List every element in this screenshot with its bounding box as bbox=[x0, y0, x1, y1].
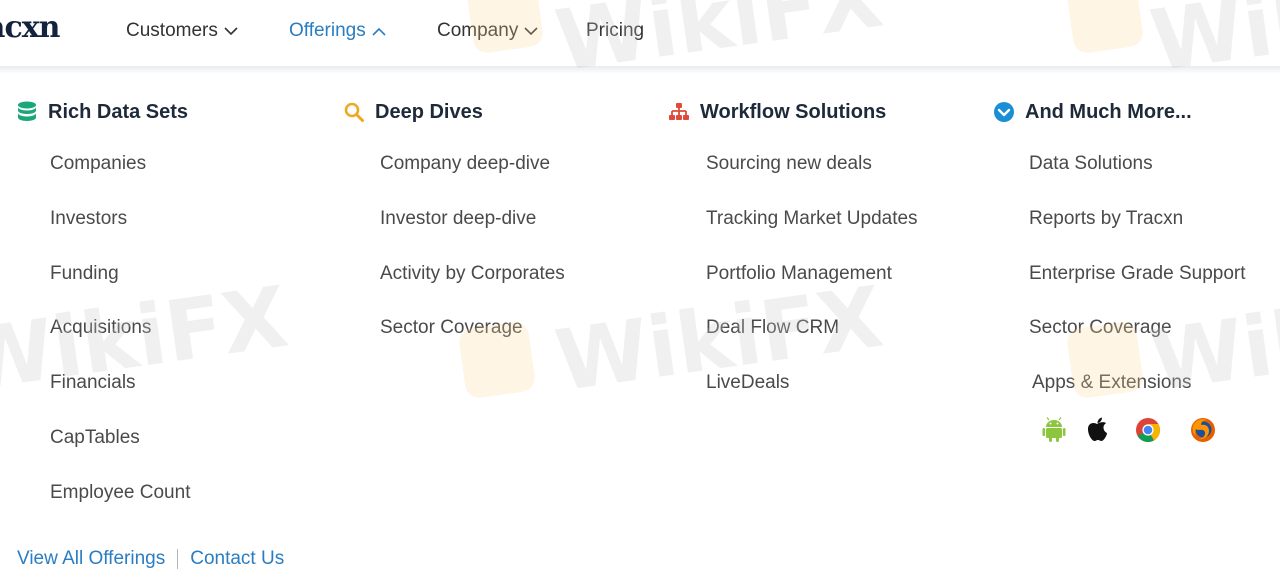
menu-link-captables[interactable]: CapTables bbox=[50, 427, 140, 449]
nav-company[interactable]: Company bbox=[437, 20, 538, 42]
menu-column-workflow-solutions: Workflow Solutions Sourcing new deals Tr… bbox=[668, 98, 918, 393]
menu-link-sector-coverage[interactable]: Sector Coverage bbox=[1029, 317, 1172, 339]
nav-shadow bbox=[0, 66, 1280, 74]
nav-offerings-label: Offerings bbox=[289, 20, 366, 41]
menu-link-companies[interactable]: Companies bbox=[50, 153, 146, 175]
check-circle-icon bbox=[993, 101, 1015, 123]
menu-column-deep-dives: Deep Dives Company deep-dive Investor de… bbox=[343, 98, 565, 338]
menu-column-and-much-more: And Much More... Data Solutions Reports … bbox=[993, 98, 1246, 393]
nav-company-label: Company bbox=[437, 20, 519, 41]
column-title: And Much More... bbox=[1025, 100, 1192, 123]
column-heading: Workflow Solutions bbox=[668, 98, 886, 126]
chevron-up-icon bbox=[372, 27, 386, 36]
chevron-down-icon bbox=[524, 26, 538, 35]
sitemap-icon bbox=[668, 101, 690, 123]
menu-link-funding[interactable]: Funding bbox=[50, 263, 119, 285]
column-title: Rich Data Sets bbox=[48, 100, 189, 123]
nav-offerings[interactable]: Offerings bbox=[289, 20, 386, 42]
contact-us-link[interactable]: Contact Us bbox=[190, 548, 284, 570]
menu-link-livedeals[interactable]: LiveDeals bbox=[706, 372, 789, 394]
database-icon bbox=[16, 101, 38, 123]
menu-link-acquisitions[interactable]: Acquisitions bbox=[50, 317, 151, 339]
menu-link-financials[interactable]: Financials bbox=[50, 372, 136, 394]
menu-link-data-solutions[interactable]: Data Solutions bbox=[1029, 153, 1153, 175]
menu-link-sector-coverage[interactable]: Sector Coverage bbox=[380, 317, 523, 339]
column-heading: And Much More... bbox=[993, 98, 1192, 126]
column-heading: Deep Dives bbox=[343, 98, 483, 126]
column-title: Deep Dives bbox=[375, 100, 483, 123]
divider bbox=[177, 549, 179, 569]
firefox-icon[interactable] bbox=[1189, 416, 1217, 444]
chrome-icon[interactable] bbox=[1134, 416, 1162, 444]
menu-link-enterprise-grade-support[interactable]: Enterprise Grade Support bbox=[1029, 263, 1246, 285]
tracxn-logo[interactable]: acxn bbox=[0, 10, 60, 45]
menu-link-deal-flow-crm[interactable]: Deal Flow CRM bbox=[706, 317, 839, 339]
nav-customers[interactable]: Customers bbox=[126, 20, 238, 42]
menu-link-apps-extensions[interactable]: Apps & Extensions bbox=[1032, 372, 1191, 394]
nav-pricing[interactable]: Pricing bbox=[586, 20, 644, 42]
search-icon bbox=[343, 101, 365, 123]
watermark-text: WikiFX bbox=[0, 267, 294, 411]
column-title: Workflow Solutions bbox=[700, 100, 887, 123]
menu-link-reports-by-tracxn[interactable]: Reports by Tracxn bbox=[1029, 208, 1183, 230]
chevron-down-icon bbox=[224, 26, 238, 35]
view-all-offerings-link[interactable]: View All Offerings bbox=[17, 548, 165, 570]
column-heading: Rich Data Sets bbox=[16, 98, 188, 126]
menu-column-rich-data-sets: Rich Data Sets Companies Investors Fundi… bbox=[16, 98, 190, 503]
nav-customers-label: Customers bbox=[126, 20, 218, 41]
menu-link-employee-count[interactable]: Employee Count bbox=[50, 482, 190, 504]
menu-link-investors[interactable]: Investors bbox=[50, 208, 127, 230]
menu-link-portfolio-management[interactable]: Portfolio Management bbox=[706, 263, 892, 285]
menu-link-company-deep-dive[interactable]: Company deep-dive bbox=[380, 153, 550, 175]
menu-link-investor-deep-dive[interactable]: Investor deep-dive bbox=[380, 208, 536, 230]
menu-link-activity-by-corporates[interactable]: Activity by Corporates bbox=[380, 263, 565, 285]
apple-icon[interactable] bbox=[1083, 416, 1111, 444]
top-nav: acxn Customers Offerings Company Pricing bbox=[0, 0, 1280, 66]
footer-links: View All Offerings Contact Us bbox=[17, 548, 284, 570]
menu-link-sourcing-new-deals[interactable]: Sourcing new deals bbox=[706, 153, 872, 175]
menu-link-tracking-market-updates[interactable]: Tracking Market Updates bbox=[706, 208, 918, 230]
android-icon[interactable] bbox=[1040, 416, 1068, 444]
app-icons-row bbox=[1040, 416, 1217, 444]
nav-pricing-label: Pricing bbox=[586, 20, 645, 41]
